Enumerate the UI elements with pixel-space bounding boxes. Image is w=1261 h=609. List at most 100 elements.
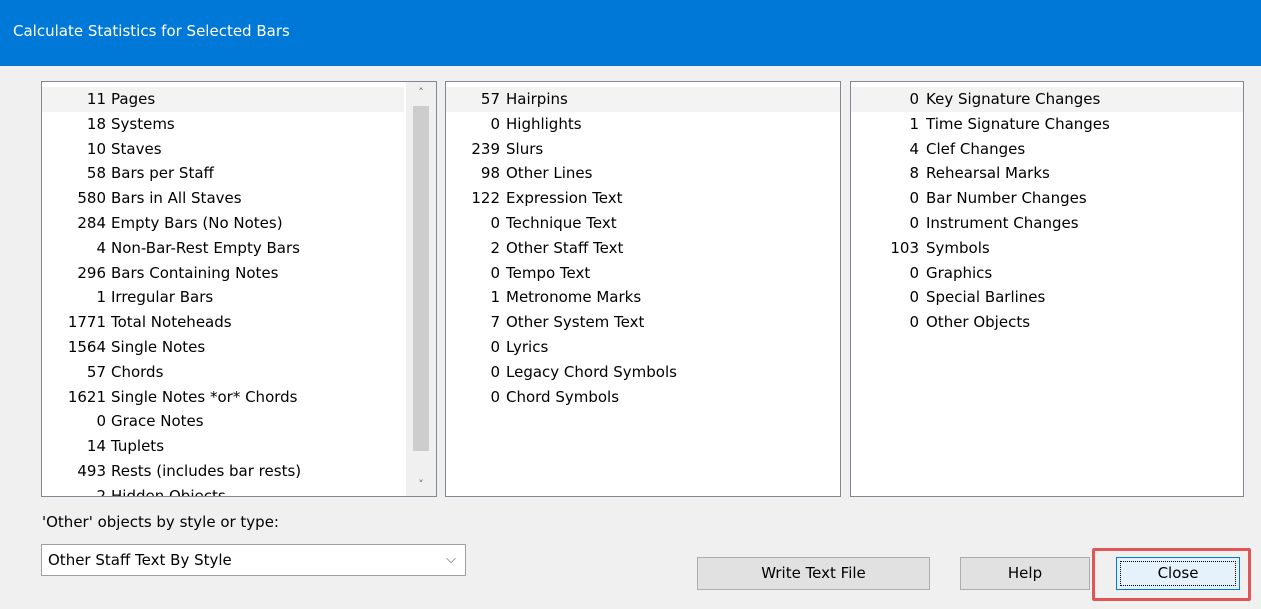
stat-label: Instrument Changes bbox=[926, 214, 1079, 232]
list-item[interactable]: 0 Graphics bbox=[851, 261, 1243, 286]
stat-count: 1564 bbox=[67, 338, 106, 356]
chevron-down-icon: ⌵ bbox=[446, 552, 456, 567]
list-item[interactable]: 296 Bars Containing Notes bbox=[42, 261, 404, 286]
stat-label: Slurs bbox=[506, 139, 544, 158]
list-item[interactable]: 0 Highlights bbox=[446, 112, 840, 137]
list-item[interactable]: 57 Chords bbox=[42, 360, 404, 385]
stat-label: Other System Text bbox=[506, 313, 645, 332]
stat-label: Expression Text bbox=[506, 189, 623, 208]
list-item[interactable]: 122 Expression Text bbox=[446, 186, 840, 211]
stat-label: Special Barlines bbox=[926, 288, 1046, 307]
stat-count: 0 bbox=[490, 362, 500, 381]
stat-count: 4 bbox=[909, 139, 919, 158]
stat-count: 239 bbox=[471, 139, 500, 158]
scrollbar-thumb[interactable] bbox=[413, 106, 429, 451]
stat-label: Tempo Text bbox=[506, 263, 591, 282]
list-item[interactable]: 493 Rests (includes bar rests) bbox=[42, 459, 404, 484]
stat-count: 11 bbox=[86, 90, 106, 108]
stat-label: Other Staff Text bbox=[506, 238, 624, 257]
stat-count: 0 bbox=[490, 214, 500, 232]
list-item[interactable]: 0 Key Signature Changes bbox=[851, 87, 1243, 112]
stat-count: 103 bbox=[890, 238, 919, 257]
list-item[interactable]: 284 Empty Bars (No Notes) bbox=[42, 211, 404, 236]
stat-label: Key Signature Changes bbox=[926, 90, 1101, 108]
list-item[interactable]: 239 Slurs bbox=[446, 137, 840, 162]
list-item[interactable]: 1 Metronome Marks bbox=[446, 285, 840, 310]
stat-label: Chords bbox=[111, 362, 164, 381]
stat-count: 1 bbox=[909, 114, 919, 133]
stat-count: 284 bbox=[77, 214, 106, 232]
help-button[interactable]: Help bbox=[960, 557, 1090, 590]
stat-label: Empty Bars (No Notes) bbox=[111, 214, 283, 232]
list-item[interactable]: 1 Irregular Bars bbox=[42, 285, 404, 310]
chevron-down-icon[interactable]: ˅ bbox=[406, 474, 436, 496]
list-item[interactable]: 0 Instrument Changes bbox=[851, 211, 1243, 236]
list-item[interactable]: 0 Special Barlines bbox=[851, 285, 1243, 310]
stat-label: Bars per Staff bbox=[111, 164, 214, 183]
stat-label: Irregular Bars bbox=[111, 288, 214, 307]
list-item[interactable]: 0 Technique Text bbox=[446, 211, 840, 236]
stat-count: 10 bbox=[86, 139, 106, 158]
stat-label: Technique Text bbox=[506, 214, 617, 232]
stat-label: Symbols bbox=[926, 238, 990, 257]
write-text-file-button[interactable]: Write Text File bbox=[697, 557, 930, 590]
list-item[interactable]: 0 Chord Symbols bbox=[446, 385, 840, 410]
list-item[interactable]: 2 Hidden Objects bbox=[42, 484, 404, 497]
list-item[interactable]: 1 Time Signature Changes bbox=[851, 112, 1243, 137]
stat-label: Single Notes *or* Chords bbox=[111, 387, 298, 406]
list-item[interactable]: 0 Bar Number Changes bbox=[851, 186, 1243, 211]
stat-label: Highlights bbox=[506, 114, 582, 133]
stat-label: Clef Changes bbox=[926, 139, 1026, 158]
list-item[interactable]: 0 Lyrics bbox=[446, 335, 840, 360]
list-item[interactable]: 14 Tuplets bbox=[42, 434, 404, 459]
stat-label: Hidden Objects bbox=[111, 486, 226, 497]
list-item[interactable]: 0 Grace Notes bbox=[42, 409, 404, 434]
stat-label: Rests (includes bar rests) bbox=[111, 462, 302, 480]
list-item[interactable]: 1621 Single Notes *or* Chords bbox=[42, 385, 404, 410]
list-item[interactable]: 4 Clef Changes bbox=[851, 137, 1243, 162]
list-item[interactable]: 58 Bars per Staff bbox=[42, 161, 404, 186]
list-item[interactable]: 580 Bars in All Staves bbox=[42, 186, 404, 211]
list-item[interactable]: 11 Pages bbox=[42, 87, 404, 112]
list-item[interactable]: 4 Non-Bar-Rest Empty Bars bbox=[42, 236, 404, 261]
stat-count: 7 bbox=[490, 313, 500, 332]
list-item[interactable]: 57 Hairpins bbox=[446, 87, 840, 112]
stat-count: 0 bbox=[909, 90, 919, 108]
stat-count: 0 bbox=[909, 263, 919, 282]
lines-text-stats-list[interactable]: 0 Chord Symbols 0 Legacy Chord Symbols 0 Lyri… bbox=[445, 81, 841, 497]
list-item[interactable]: 7 Other System Text bbox=[446, 310, 840, 335]
list-item[interactable]: 2 Other Staff Text bbox=[446, 236, 840, 261]
annotation-highlight-box bbox=[1092, 548, 1251, 601]
stat-label: Metronome Marks bbox=[506, 288, 642, 307]
stat-label: Bars in All Staves bbox=[111, 189, 242, 208]
stat-count: 1621 bbox=[67, 387, 106, 406]
chevron-up-icon[interactable]: ˄ bbox=[406, 82, 436, 104]
list-item[interactable]: 98 Other Lines bbox=[446, 161, 840, 186]
stat-label: Time Signature Changes bbox=[926, 114, 1110, 133]
stat-count: 1 bbox=[96, 288, 106, 307]
stat-label: Lyrics bbox=[506, 338, 549, 356]
list-item[interactable]: 8 Rehearsal Marks bbox=[851, 161, 1243, 186]
stat-label: Bar Number Changes bbox=[926, 189, 1087, 208]
list-scrollbar[interactable]: ˄ ˅ bbox=[406, 82, 436, 496]
general-stats-list[interactable]: 2 Hidden Objects 493 Rests (includes bar re… bbox=[41, 81, 437, 497]
list-item[interactable]: 0 Tempo Text bbox=[446, 261, 840, 286]
list-item[interactable]: 10 Staves bbox=[42, 137, 404, 162]
stat-count: 98 bbox=[480, 164, 500, 183]
list-item[interactable]: 1771 Total Noteheads bbox=[42, 310, 404, 335]
stat-count: 0 bbox=[909, 214, 919, 232]
list-item[interactable]: 0 Legacy Chord Symbols bbox=[446, 360, 840, 385]
list-item[interactable]: 103 Symbols bbox=[851, 236, 1243, 261]
stat-count: 0 bbox=[490, 387, 500, 406]
window-title: Calculate Statistics for Selected Bars bbox=[13, 22, 290, 40]
other-objects-value: Other Staff Text By Style bbox=[48, 551, 232, 569]
other-objects-select[interactable]: Other Staff Text By Style ⌵ bbox=[41, 544, 466, 576]
stat-count: 57 bbox=[480, 90, 500, 108]
stat-count: 18 bbox=[86, 114, 106, 133]
list-item[interactable]: 18 Systems bbox=[42, 112, 404, 137]
stat-label: Staves bbox=[111, 139, 162, 158]
list-item[interactable]: 0 Other Objects bbox=[851, 310, 1243, 335]
stat-count: 1 bbox=[490, 288, 500, 307]
list-item[interactable]: 1564 Single Notes bbox=[42, 335, 404, 360]
changes-stats-list[interactable]: 0 Other Objects 0 Special Barlines 0 Graphics… bbox=[850, 81, 1244, 497]
